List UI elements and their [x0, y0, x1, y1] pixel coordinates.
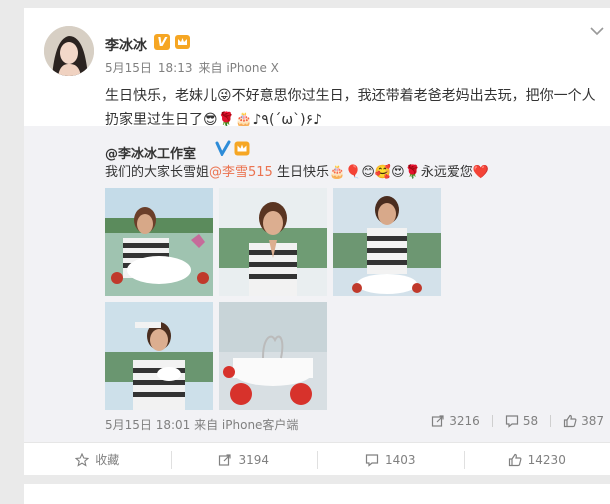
- weibo-post-card: 李冰冰 V 5月15日 18:13 来自 iPhone X 生日快乐，老妹儿😜不好意…: [24, 8, 610, 475]
- photo-thumbnail[interactable]: [333, 188, 441, 296]
- repost-comment-count: 58: [523, 414, 538, 428]
- repost-icon: [431, 414, 445, 428]
- v-badge-icon: V: [154, 34, 170, 50]
- comment-icon: [365, 453, 379, 467]
- repost-text: 我们的大家长雪姐@李雪515 生日快乐🎂🎈😊🥰😍🌹永远爱您❤️: [105, 164, 489, 182]
- crown-icon[interactable]: [174, 34, 191, 50]
- comment-button[interactable]: 1403: [317, 443, 464, 476]
- repost-like-count: 387: [581, 414, 604, 428]
- avatar[interactable]: [44, 26, 94, 76]
- repost-button[interactable]: 3194: [171, 443, 318, 476]
- repost-actions: 3216 58 387: [431, 414, 604, 428]
- repost-meta: 5月15日 18:01 来自 iPhone客户端: [105, 416, 298, 433]
- post-date[interactable]: 5月15日: [105, 61, 152, 75]
- photo-thumbnail[interactable]: [219, 302, 327, 410]
- favorite-button[interactable]: 收藏: [24, 443, 171, 476]
- action-bar: 收藏 3194 1403 14230: [24, 442, 610, 476]
- like-button[interactable]: 14230: [464, 443, 610, 476]
- repost-comment-stat[interactable]: 58: [505, 414, 538, 428]
- verified-blue-icon: [215, 140, 231, 156]
- like-count: 14230: [528, 453, 566, 467]
- comment-icon: [505, 414, 519, 428]
- post-text: 生日快乐，老妹儿😜不好意思你过生日，我还带着老爸老妈出去玩，把你一个人扔家里过生…: [105, 84, 605, 132]
- mention-link[interactable]: @李雪515: [209, 165, 273, 180]
- repost-share-stat[interactable]: 3216: [431, 414, 480, 428]
- photo-thumbnail[interactable]: [105, 188, 213, 296]
- repost-block: @李冰冰工作室 我们的大家长雪姐@李雪515 生日快乐🎂🎈😊🥰😍🌹永远爱您❤️: [24, 126, 610, 442]
- crown-icon[interactable]: [234, 141, 250, 156]
- next-post-card: [24, 484, 610, 504]
- favorite-label: 收藏: [95, 451, 119, 468]
- username[interactable]: 李冰冰: [105, 35, 147, 55]
- comment-count: 1403: [385, 453, 416, 467]
- repost-text-prefix: 我们的大家长雪姐: [105, 165, 209, 180]
- thumbs-up-icon: [563, 414, 577, 428]
- post-time[interactable]: 18:13: [158, 61, 193, 75]
- repost-username[interactable]: @李冰冰工作室: [105, 143, 196, 162]
- repost-count: 3194: [238, 453, 269, 467]
- photo-thumbnail[interactable]: [105, 302, 213, 410]
- photo-thumbnail[interactable]: [219, 188, 327, 296]
- star-icon: [75, 453, 89, 467]
- post-source: 来自 iPhone X: [199, 61, 279, 75]
- divider: [492, 415, 493, 427]
- repost-like-stat[interactable]: 387: [563, 414, 604, 428]
- repost-share-count: 3216: [449, 414, 480, 428]
- divider: [550, 415, 551, 427]
- thumbs-up-icon: [508, 453, 522, 467]
- chevron-down-icon[interactable]: [590, 26, 604, 36]
- post-meta: 5月15日 18:13 来自 iPhone X: [105, 59, 285, 76]
- repost-icon: [218, 453, 232, 467]
- repost-text-suffix: 生日快乐🎂🎈😊🥰😍🌹永远爱您❤️: [273, 165, 489, 180]
